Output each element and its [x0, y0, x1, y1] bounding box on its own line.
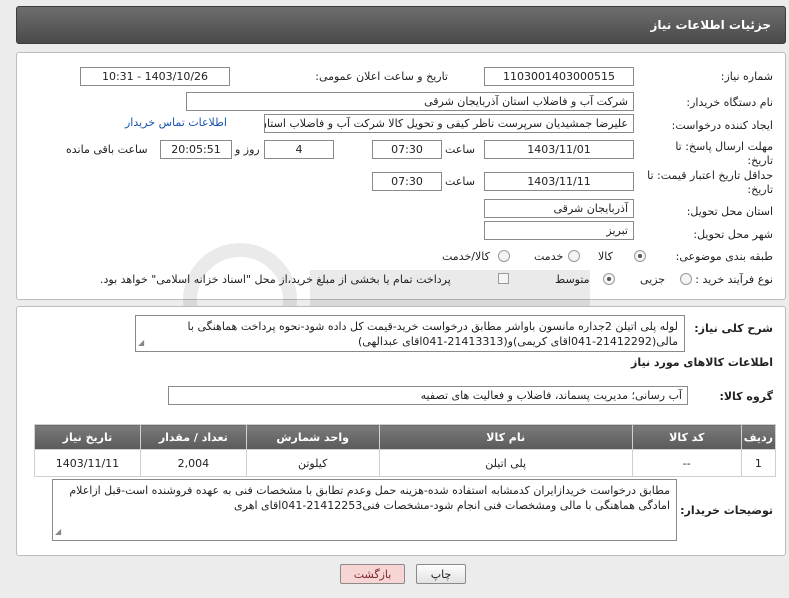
page-header: جزئیات اطلاعات نیاز	[16, 6, 786, 44]
col-goods-name: نام کالا	[378, 424, 633, 450]
reply-deadline-label: مهلت ارسال پاسخ: تا	[675, 140, 773, 153]
cell-goods-name: پلی اتیلن	[378, 449, 633, 477]
category-radio-service[interactable]	[568, 250, 580, 262]
process-type-label: نوع فرآیند خرید :	[695, 273, 773, 286]
goods-group-field: آب رسانی؛ مدیریت پسماند، فاضلاب و فعالیت…	[168, 386, 688, 405]
delivery-city-label: شهر محل تحویل:	[693, 228, 773, 241]
category-option-goods-service: کالا/خدمت	[442, 250, 490, 263]
cell-quantity: 2,004	[139, 449, 247, 477]
treasury-payment-note: پرداخت تمام یا بخشی از مبلغ خرید،از محل …	[100, 273, 451, 286]
table-header-row: ردیف کد کالا نام کالا واحد شمارش تعداد /…	[34, 424, 777, 450]
time-remaining-label: ساعت باقی مانده	[66, 143, 148, 156]
price-validity-date-field: 1403/11/11	[484, 172, 634, 191]
category-option-service: خدمت	[534, 250, 564, 263]
cell-goods-code: --	[631, 449, 742, 477]
notes-resize-handle-icon[interactable]: ◢	[55, 524, 61, 539]
price-validity-time-label: ساعت	[445, 175, 475, 188]
process-option-medium: متوسط	[555, 273, 590, 286]
treasury-payment-checkbox[interactable]	[498, 273, 509, 284]
reply-deadline-date-field: 1403/11/01	[484, 140, 634, 159]
price-validity-label: حداقل تاریخ اعتبار قیمت: تا	[647, 169, 773, 182]
creator-label: ایجاد کننده درخواست:	[671, 119, 773, 132]
category-radio-goods[interactable]	[634, 250, 646, 262]
delivery-province-field: آذربایجان شرقی	[484, 199, 634, 218]
buyer-notes-textarea: مطابق درخواست خریدازایران کدمشابه استفاد…	[52, 479, 677, 541]
table-row: 1 -- پلی اتیلن کیلوتن 2,004 1403/11/11	[34, 449, 777, 477]
need-number-field: 1103001403000515	[484, 67, 634, 86]
price-validity-label-date: تاریخ:	[747, 183, 773, 196]
cell-unit: کیلوتن	[245, 449, 380, 477]
resize-handle-icon[interactable]: ◢	[138, 335, 144, 350]
process-option-minor: جزیی	[640, 273, 666, 286]
col-unit: واحد شمارش	[245, 424, 380, 450]
reply-deadline-time-label: ساعت	[445, 143, 475, 156]
description-label: شرح کلی نیاز:	[694, 322, 773, 335]
col-row-number: ردیف	[740, 424, 777, 450]
page-title: جزئیات اطلاعات نیاز	[650, 18, 771, 32]
reply-deadline-label-date: تاریخ:	[747, 154, 773, 167]
col-need-date: تاریخ نیاز	[34, 424, 141, 450]
buyer-contact-link[interactable]: اطلاعات تماس خریدار	[125, 116, 227, 129]
buyer-notes-label: توضیحات خریدار:	[680, 504, 773, 517]
days-remaining-field: 4	[264, 140, 334, 159]
announce-datetime-field: 1403/10/26 - 10:31	[80, 67, 230, 86]
goods-table: ردیف کد کالا نام کالا واحد شمارش تعداد /…	[34, 424, 777, 477]
reply-deadline-time-field: 07:30	[372, 140, 442, 159]
time-remaining-field: 20:05:51	[160, 140, 232, 159]
category-label: طبقه بندی موضوعی:	[675, 250, 773, 263]
process-radio-medium[interactable]	[603, 273, 615, 285]
need-number-label: شماره نیاز:	[720, 70, 773, 83]
creator-field: علیرضا جمشیدیان سرپرست ناظر کیفی و تحویل…	[264, 114, 634, 133]
description-text: لوله پلی اتیلن 2جداره مانسون باواشر مطاب…	[187, 320, 678, 348]
buyer-org-field: شرکت آب و فاضلاب استان آذربایجان شرقی	[186, 92, 634, 111]
col-quantity: تعداد / مقدار	[139, 424, 247, 450]
col-goods-code: کد کالا	[631, 424, 742, 450]
buyer-org-label: نام دستگاه خریدار:	[686, 96, 773, 109]
buyer-notes-text: مطابق درخواست خریدازایران کدمشابه استفاد…	[69, 484, 670, 512]
price-validity-time-field: 07:30	[372, 172, 442, 191]
cell-need-date: 1403/11/11	[34, 449, 141, 477]
description-textarea: لوله پلی اتیلن 2جداره مانسون باواشر مطاب…	[135, 315, 685, 352]
back-button[interactable]: بازگشت	[340, 564, 405, 584]
process-radio-minor[interactable]	[680, 273, 692, 285]
category-radio-goods-service[interactable]	[498, 250, 510, 262]
goods-group-label: گروه کالا:	[719, 390, 773, 403]
delivery-province-label: استان محل تحویل:	[686, 205, 773, 218]
cell-row-number: 1	[740, 449, 777, 477]
delivery-city-field: تبریز	[484, 221, 634, 240]
print-button[interactable]: چاپ	[416, 564, 466, 584]
category-option-goods: کالا	[598, 250, 613, 263]
goods-info-title: اطلاعات کالاهای مورد نیاز	[631, 356, 773, 369]
announce-datetime-label: تاریخ و ساعت اعلان عمومی:	[315, 70, 448, 83]
days-label: روز و	[235, 143, 260, 156]
